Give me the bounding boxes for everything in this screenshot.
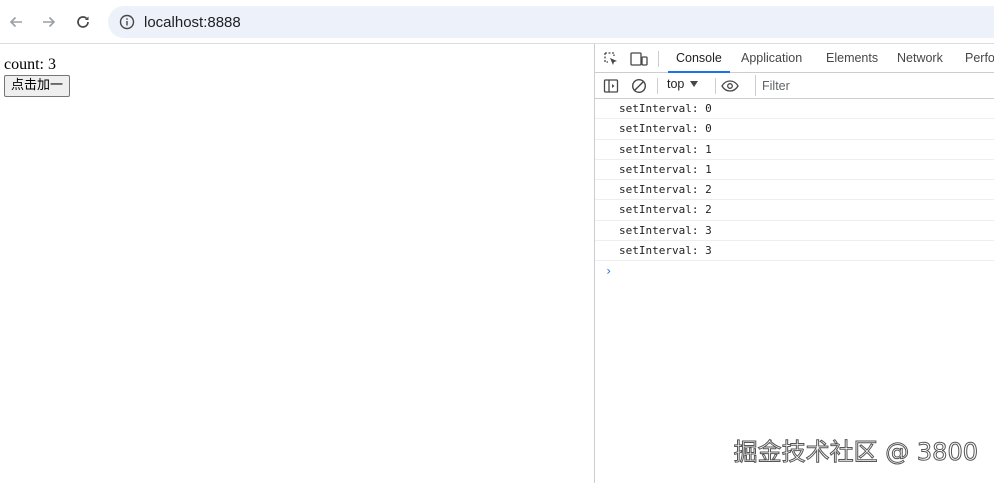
device-toggle-icon[interactable] — [630, 50, 648, 68]
devtools-panel: Console Application Elements Network Per… — [594, 44, 994, 483]
arrow-right-icon[interactable] — [37, 10, 61, 34]
eye-icon[interactable] — [721, 77, 739, 95]
toolbar-divider — [715, 78, 716, 94]
sidebar-toggle-icon[interactable] — [602, 77, 620, 95]
tab-network[interactable]: Network — [897, 44, 943, 72]
page-viewport: count: 3 点击加一 — [0, 44, 594, 483]
console-log-row: setInterval: 0 — [595, 99, 994, 120]
console-log-row: setInterval: 3 — [595, 221, 994, 242]
watermark: 掘金技术社区 @ 3800 — [733, 438, 978, 467]
console-log-list: setInterval: 0 setInterval: 0 setInterva… — [595, 99, 994, 281]
url-text: localhost:8888 — [144, 13, 241, 31]
devtools-tabbar: Console Application Elements Network Per… — [595, 44, 994, 73]
console-log-row: setInterval: 2 — [595, 200, 994, 221]
reload-icon[interactable] — [71, 10, 95, 34]
inspect-element-icon[interactable] — [602, 50, 620, 68]
count-text: count: 3 — [4, 56, 56, 73]
console-log-row: setInterval: 0 — [595, 119, 994, 140]
clear-console-icon[interactable] — [630, 77, 648, 95]
console-prompt[interactable]: › — [595, 261, 994, 281]
console-log-row: setInterval: 1 — [595, 160, 994, 181]
toolbar-divider — [657, 78, 658, 94]
console-log-row: setInterval: 1 — [595, 140, 994, 160]
address-bar[interactable]: localhost:8888 — [108, 6, 994, 38]
tab-performance[interactable]: Perfo — [965, 44, 994, 72]
increment-button[interactable]: 点击加一 — [4, 75, 71, 97]
tab-elements[interactable]: Elements — [826, 44, 878, 72]
caret-down-icon — [690, 81, 699, 87]
console-log-row: setInterval: 2 — [595, 180, 994, 201]
context-selector[interactable]: top — [667, 77, 699, 91]
console-filter-input[interactable] — [755, 75, 994, 96]
context-label: top — [667, 77, 685, 91]
tabbar-divider — [658, 51, 659, 67]
info-icon[interactable] — [118, 13, 136, 31]
browser-toolbar: localhost:8888 — [0, 0, 994, 44]
tab-console[interactable]: Console — [668, 44, 730, 73]
console-log-row: setInterval: 3 — [595, 241, 994, 262]
tab-application[interactable]: Application — [741, 44, 802, 72]
arrow-left-icon[interactable] — [4, 10, 28, 34]
console-toolbar: top — [595, 73, 994, 99]
